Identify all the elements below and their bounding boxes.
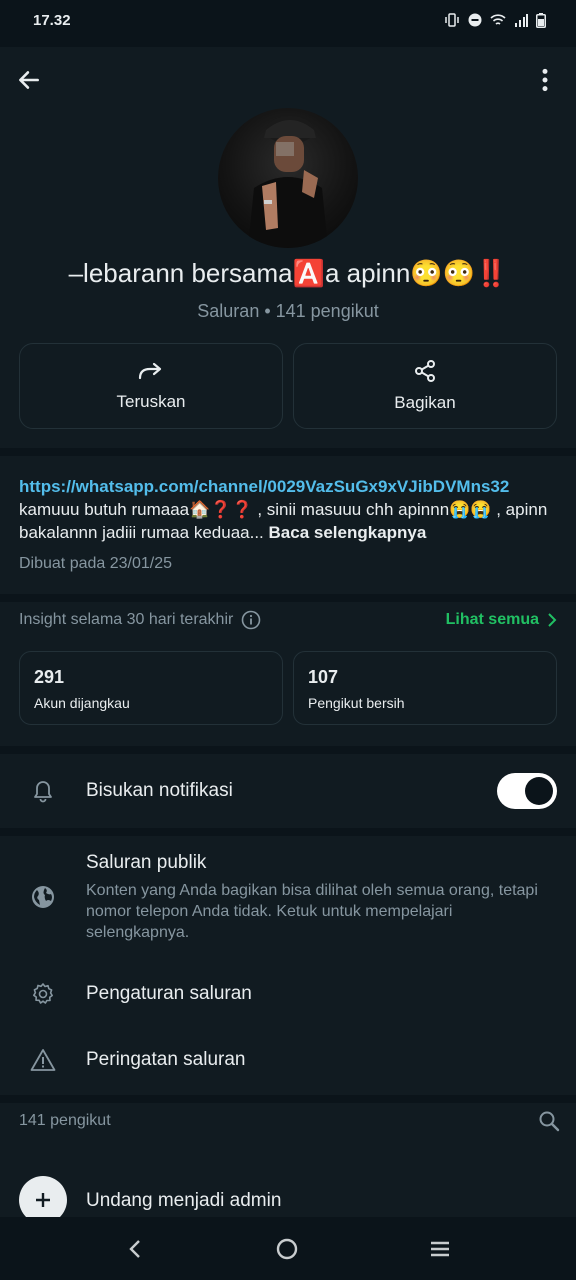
info-icon[interactable] [241,610,261,630]
channel-settings-row[interactable]: Pengaturan saluran [0,962,576,1026]
back-arrow-icon[interactable] [16,67,42,93]
globe-icon [32,886,54,908]
share-label: Bagikan [394,393,456,412]
status-bar: 17.32 [0,0,576,40]
mute-notifications-row[interactable]: Bisukan notifikasi [0,754,576,828]
vibrate-icon [445,13,459,27]
followers-header: 141 pengikut [19,1109,561,1133]
channel-info-screen: –lebarann bersama🅰️a apinn😳😳‼️ Saluran •… [0,47,576,1217]
channel-warning-row[interactable]: Peringatan saluran [0,1028,576,1092]
section-divider [0,594,576,602]
public-channel-text: Saluran publik Konten yang Anda bagikan … [86,852,546,943]
section-divider [0,448,576,456]
channel-settings-label: Pengaturan saluran [86,983,252,1004]
nav-back-icon[interactable] [125,1238,145,1260]
dnd-icon [468,13,482,27]
insights-title-text: Insight selama 30 hari terakhir [19,611,234,628]
see-all-label: Lihat semua [445,611,539,628]
channel-warning-label: Peringatan saluran [86,1049,246,1070]
stat-card-followers[interactable]: 107 Pengikut bersih [293,651,557,725]
section-divider [0,746,576,754]
more-options-icon[interactable] [532,67,558,93]
avatar-photo [248,116,328,248]
forward-label: Teruskan [116,392,186,411]
channel-name: –lebarann bersama🅰️a apinn😳😳‼️ [68,258,508,288]
insight-stats: 291 Akun dijangkau 107 Pengikut bersih [19,651,557,725]
toggle-knob [525,777,553,805]
share-button[interactable]: Bagikan [293,343,557,429]
action-buttons: Teruskan Bagikan [19,343,557,429]
stat-card-reach[interactable]: 291 Akun dijangkau [19,651,283,725]
warning-icon [30,1049,56,1071]
top-bar [0,47,576,117]
nav-home-icon[interactable] [275,1237,299,1261]
status-time: 17.32 [33,11,71,29]
plus-icon [36,1193,50,1207]
invite-admin-row[interactable]: Undang menjadi admin [0,1160,576,1217]
followers-count: 141 pengikut [19,1112,111,1129]
gear-icon [33,983,53,1004]
channel-link[interactable]: https://whatsapp.com/channel/0029VazSuGx… [19,477,509,496]
created-date: Dibuat pada 23/01/25 [19,555,173,572]
public-channel-title: Saluran publik [86,851,207,873]
chevron-right-icon [548,613,557,627]
mute-toggle[interactable] [497,773,557,809]
status-icons [444,12,546,28]
insights-title: Insight selama 30 hari terakhir [19,610,261,630]
nav-recents-icon[interactable] [429,1239,451,1259]
system-nav-bar [0,1217,576,1280]
stat-label: Akun dijangkau [34,695,130,711]
section-divider [0,828,576,836]
read-more-link[interactable]: Baca selengkapnya [269,523,427,542]
signal-icon [515,13,528,27]
wifi-icon [490,13,506,25]
insights-header: Insight selama 30 hari terakhir Lihat se… [19,610,557,630]
battery-icon [536,12,546,28]
channel-description: https://whatsapp.com/channel/0029VazSuGx… [19,475,559,544]
mute-label: Bisukan notifikasi [86,780,233,801]
stat-label: Pengikut bersih [308,695,405,711]
add-admin-button[interactable] [19,1176,67,1217]
forward-icon [138,362,162,380]
channel-meta: Saluran • 141 pengikut [197,301,379,321]
stat-value: 107 [308,667,339,687]
invite-admin-label: Undang menjadi admin [86,1190,282,1211]
search-icon[interactable] [537,1109,561,1133]
see-all-link[interactable]: Lihat semua [446,611,557,629]
share-icon [415,360,435,382]
public-channel-row[interactable]: Saluran publik Konten yang Anda bagikan … [0,852,576,942]
channel-avatar[interactable] [218,108,358,248]
public-channel-description: Konten yang Anda bagikan bisa dilihat ol… [86,881,538,941]
forward-button[interactable]: Teruskan [19,343,283,429]
section-divider [0,1095,576,1103]
bell-icon [34,781,52,803]
stat-value: 291 [34,667,65,687]
